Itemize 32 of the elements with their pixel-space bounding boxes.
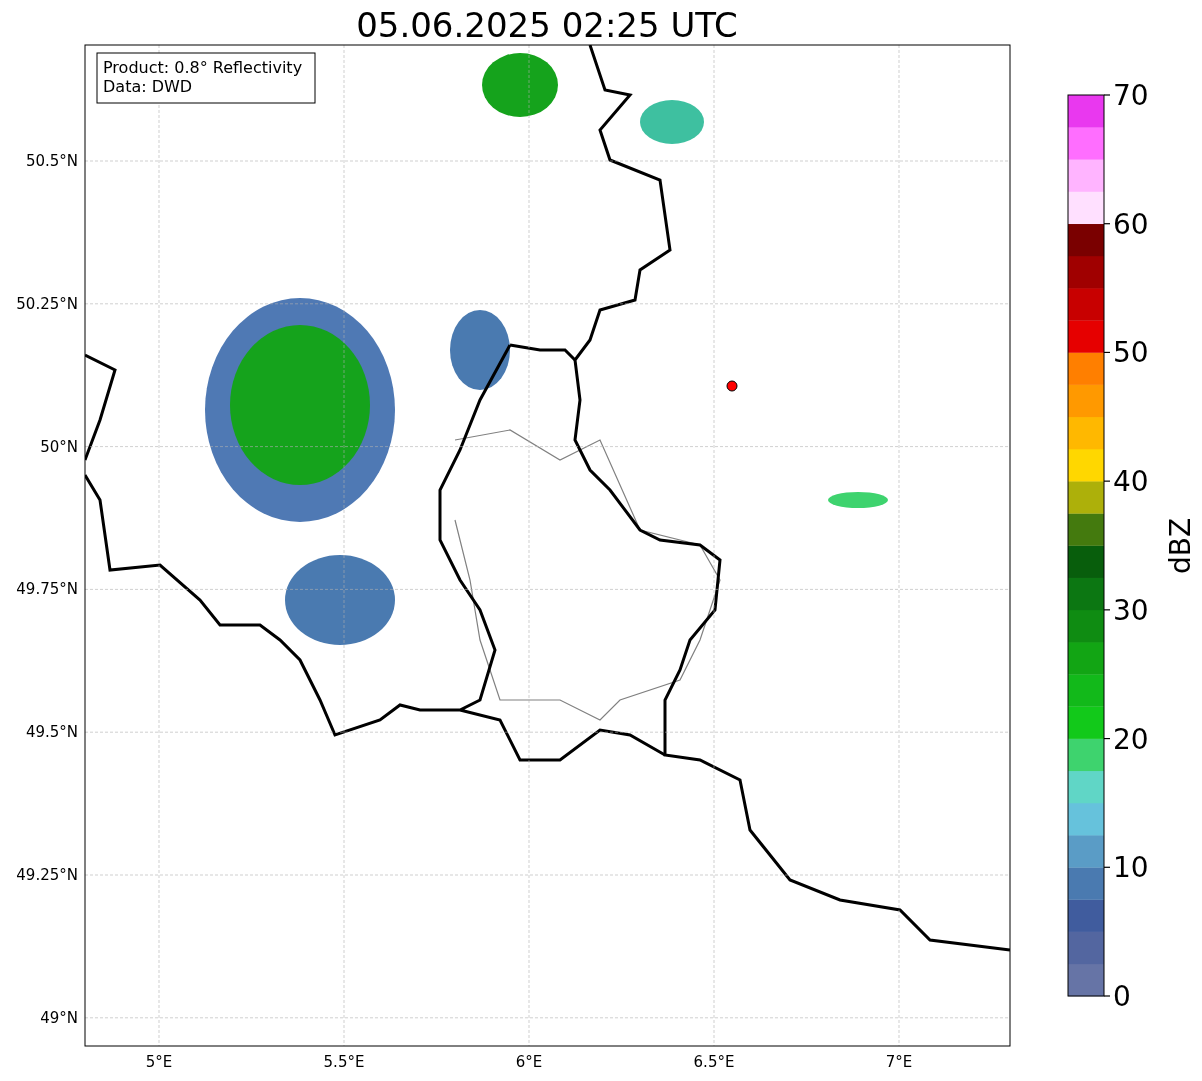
colorbar-tick-label: 40: [1113, 465, 1149, 499]
tick-mark: [1103, 609, 1111, 611]
y-tick-label: 49.75°N: [16, 580, 78, 599]
tick-mark: [1103, 223, 1111, 225]
x-tick-label: 5°E: [145, 1053, 173, 1071]
y-tick-label: 49°N: [40, 1008, 78, 1027]
tick-mark: [1103, 995, 1111, 997]
tick-mark: [1103, 351, 1111, 354]
colorbar-tick-label: 60: [1113, 207, 1149, 241]
y-tick-label: 50.5°N: [25, 152, 78, 170]
info-text: Product: 0.8° Reflectivity: [103, 58, 303, 77]
tick-mark: [1103, 866, 1111, 868]
colorbar-tick-label: 70: [1113, 79, 1149, 112]
chart-title: 05.06.2025 02:25 UTC: [356, 5, 738, 45]
x-tick-label: 7°E: [885, 1053, 913, 1071]
x-tick-label: 5.5°E: [323, 1053, 365, 1071]
x-tick-label: 6.5°E: [693, 1053, 735, 1071]
colorbar-tick-label: 20: [1113, 722, 1149, 756]
y-tick-label: 49.5°N: [25, 723, 78, 742]
x-tick-label: 6°E: [515, 1053, 543, 1071]
info-text: Data: DWD: [103, 77, 193, 96]
colorbar-tick-label: 50: [1113, 336, 1149, 370]
y-tick-label: 50°N: [40, 437, 78, 456]
tick-mark: [1103, 737, 1111, 740]
colorbar-tick-label: 0: [1113, 980, 1131, 1013]
colorbar-tick-label: 30: [1113, 593, 1149, 627]
tick-mark: [1103, 94, 1111, 96]
tick-mark: [1103, 480, 1111, 482]
colorbar-tick-label: 10: [1113, 851, 1149, 885]
y-tick-label: 50.25°N: [16, 294, 78, 313]
colorbar-label: dBZ: [1164, 517, 1197, 575]
y-tick-label: 49.25°N: [16, 866, 78, 884]
